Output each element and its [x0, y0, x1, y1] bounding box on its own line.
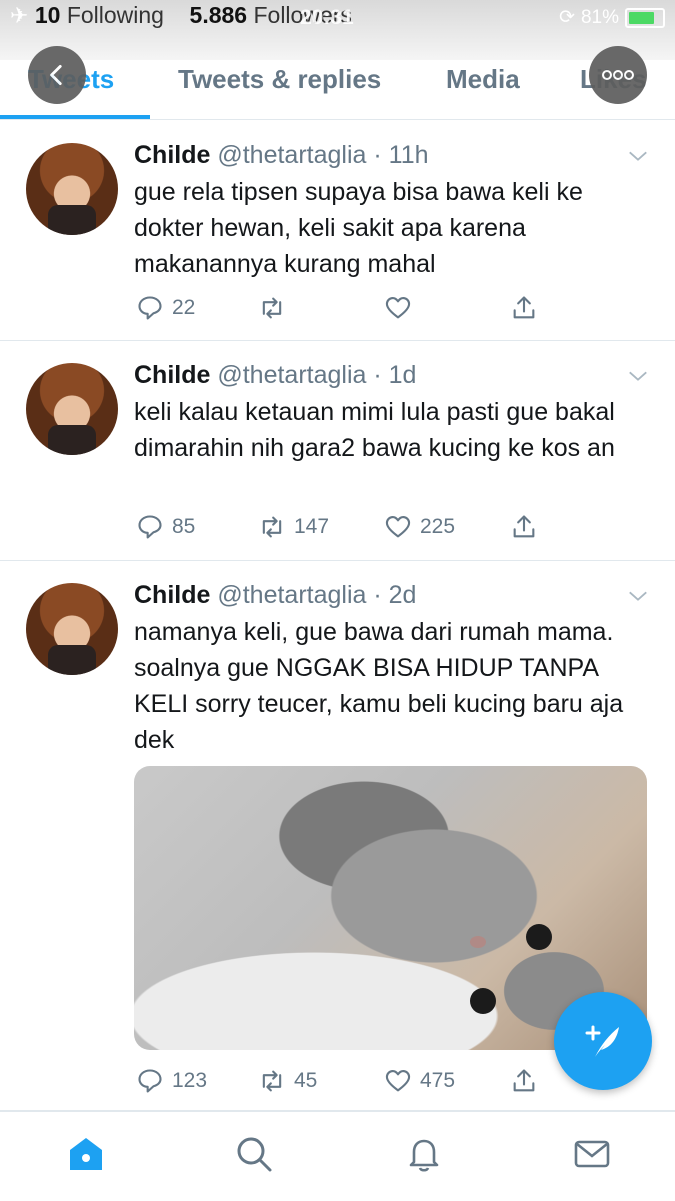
tweet-text: namanya keli, gue bawa dari rumah mama. …: [134, 618, 624, 754]
like-button[interactable]: [384, 294, 420, 322]
share-icon: [513, 1069, 535, 1092]
like-button[interactable]: 475: [384, 1067, 455, 1095]
share-button[interactable]: [510, 294, 538, 322]
avatar[interactable]: [26, 143, 118, 235]
reply-icon: [138, 1069, 162, 1093]
retweet-button[interactable]: [258, 294, 294, 322]
reply-button[interactable]: 22: [136, 294, 195, 322]
tweet-author-name[interactable]: Childe: [134, 361, 210, 389]
tweet-item[interactable]: Childe @thetartaglia · 11h gue rela tips…: [0, 121, 675, 341]
reply-icon: [138, 296, 162, 320]
retweet-count: 45: [294, 1069, 318, 1092]
tweet-author-name[interactable]: Childe: [134, 141, 210, 169]
avatar[interactable]: [26, 583, 118, 675]
tweet-handle: @thetartaglia: [217, 361, 367, 389]
home-icon[interactable]: [66, 1134, 106, 1174]
battery-icon: [625, 7, 665, 28]
back-button[interactable]: [28, 46, 86, 104]
compose-button[interactable]: [554, 992, 652, 1090]
reply-icon: [138, 515, 162, 539]
reply-count: 123: [172, 1069, 208, 1092]
rotation-lock-icon: ⟳: [559, 7, 575, 28]
chevron-down-icon[interactable]: [627, 145, 649, 167]
followers-count: 5.886: [189, 2, 248, 28]
status-bar: ✈ 10 Following 5.886 Followers 20:31 ⟳ 8…: [0, 0, 675, 36]
tweet-text: keli kalau ketauan mimi lula pasti gue b…: [134, 398, 615, 462]
profile-header: ✈ 10 Following 5.886 Followers 20:31 ⟳ 8…: [0, 0, 675, 120]
chevron-down-icon[interactable]: [627, 365, 649, 387]
tweet-author-name[interactable]: Childe: [134, 581, 210, 609]
reply-button[interactable]: 85: [136, 513, 195, 541]
avatar[interactable]: [26, 363, 118, 455]
bottom-nav: [0, 1111, 675, 1201]
notifications-icon[interactable]: [404, 1134, 444, 1174]
retweet-button[interactable]: 147: [258, 513, 329, 541]
tweet-time: 1d: [388, 361, 417, 389]
profile-tabs: Tweets Tweets & replies Media Likes: [0, 50, 675, 118]
header-divider: [0, 119, 675, 120]
kitten-eye: [470, 988, 496, 1014]
like-icon: [385, 516, 411, 538]
share-icon: [513, 515, 535, 538]
chevron-down-icon[interactable]: [627, 585, 649, 607]
tweet-text: gue rela tipsen supaya bisa bawa keli ke…: [134, 178, 583, 278]
reply-button[interactable]: 123: [136, 1067, 207, 1095]
retweet-button[interactable]: 45: [258, 1067, 317, 1095]
following-count: 10: [34, 2, 61, 28]
tweet-handle: @thetartaglia: [217, 581, 367, 609]
retweet-icon: [262, 297, 282, 319]
following-label: Following: [66, 2, 164, 28]
more-icon: [602, 70, 634, 80]
share-button[interactable]: [510, 1067, 538, 1095]
share-button[interactable]: [510, 513, 538, 541]
battery-percent: 81%: [580, 6, 619, 28]
more-button[interactable]: [589, 46, 647, 104]
tweet-header: Childe @thetartaglia · 11h: [134, 141, 429, 169]
like-count: 475: [420, 1069, 456, 1092]
clock: 20:31: [300, 6, 354, 29]
tweet-time: 2d: [388, 581, 417, 609]
tweet-header: Childe @thetartaglia · 2d: [134, 581, 417, 609]
kitten-eye: [526, 924, 552, 950]
search-icon[interactable]: [234, 1134, 274, 1174]
share-icon: [513, 296, 535, 319]
tweet-item[interactable]: Childe @thetartaglia · 1d keli kalau ket…: [0, 341, 675, 561]
reply-count: 85: [172, 515, 196, 538]
reply-count: 22: [172, 296, 196, 319]
like-count: 225: [420, 515, 456, 538]
messages-icon[interactable]: [572, 1134, 612, 1174]
tweet-actions: 85 147 225: [134, 513, 654, 547]
tab-media[interactable]: Media: [446, 64, 520, 95]
status-right: ⟳ 81%: [559, 6, 665, 29]
retweet-icon: [262, 1070, 282, 1092]
kitten-nose: [470, 936, 486, 948]
like-icon: [385, 297, 411, 319]
compose-icon: [585, 1025, 619, 1057]
like-button[interactable]: 225: [384, 513, 455, 541]
tweet-header: Childe @thetartaglia · 1d: [134, 361, 417, 389]
retweet-icon: [262, 516, 282, 538]
like-icon: [385, 1070, 411, 1092]
retweet-count: 147: [294, 515, 330, 538]
airplane-icon: ✈: [10, 3, 29, 28]
tab-tweets-replies[interactable]: Tweets & replies: [178, 64, 381, 95]
back-arrow-icon: [50, 64, 62, 86]
tweet-actions: 22: [134, 294, 654, 328]
tweet-time: 11h: [388, 141, 429, 169]
tweet-handle: @thetartaglia: [217, 141, 367, 169]
